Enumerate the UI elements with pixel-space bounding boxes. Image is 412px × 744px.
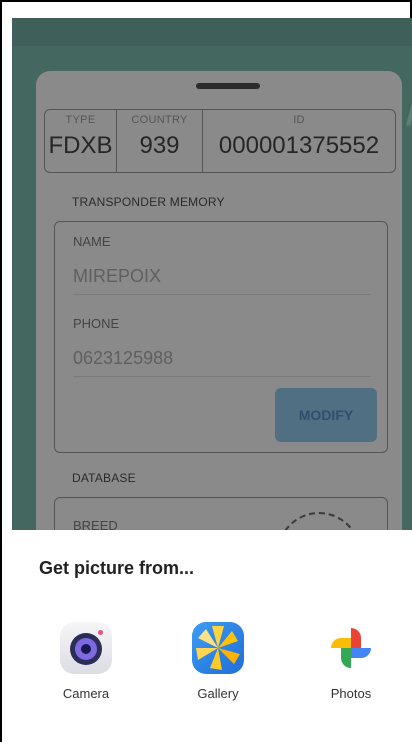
photos-pinwheel-icon [325, 622, 377, 674]
screen-frame: / TYPE FDXB COUNTRY 939 ID 000001375552 … [0, 0, 412, 744]
name-label: NAME [73, 234, 111, 249]
modify-button[interactable]: MODIFY [275, 388, 377, 442]
pet-photo-placeholder[interactable] [277, 512, 361, 530]
breed-label: BREED [73, 518, 118, 530]
country-value: 939 [139, 132, 180, 159]
phone-field[interactable]: 0623125988 [73, 348, 173, 369]
database-section-label: DATABASE [72, 471, 136, 485]
photos-option[interactable]: Photos [306, 622, 396, 701]
type-label: TYPE [65, 114, 96, 126]
country-cell: COUNTRY 939 [117, 110, 203, 172]
dimmed-background[interactable]: / TYPE FDXB COUNTRY 939 ID 000001375552 … [12, 18, 412, 530]
background-logo-fragment: / [406, 72, 412, 139]
gallery-label: Gallery [197, 686, 239, 701]
type-value: FDXB [48, 132, 113, 159]
gallery-option[interactable]: Gallery [173, 622, 263, 701]
sheet-title: Get picture from... [39, 558, 195, 578]
camera-option[interactable]: Camera [41, 622, 131, 701]
transponder-id-table: TYPE FDXB COUNTRY 939 ID 000001375552 [44, 109, 396, 173]
type-cell: TYPE FDXB [45, 110, 117, 172]
memory-section-label: TRANSPONDER MEMORY [72, 195, 225, 209]
name-underline [73, 294, 371, 295]
phone-underline [73, 376, 371, 377]
name-field[interactable]: MIREPOIX [73, 266, 161, 287]
country-label: COUNTRY [131, 114, 188, 126]
phone-label: PHONE [73, 316, 120, 331]
photos-label: Photos [330, 686, 372, 701]
id-label: ID [293, 114, 305, 126]
camera-label: Camera [62, 686, 110, 701]
drag-handle[interactable] [196, 83, 260, 89]
transponder-memory-box: NAME MIREPOIX PHONE 0623125988 MODIFY [54, 221, 388, 453]
database-box: BREED [54, 497, 388, 530]
id-value: 000001375552 [218, 132, 380, 159]
tag-details-card: TYPE FDXB COUNTRY 939 ID 000001375552 TR… [36, 71, 402, 530]
app-bar-background [12, 18, 412, 46]
picture-source-sheet: Get picture from... Camera Gallery Photo… [2, 530, 412, 744]
gallery-app-icon [192, 622, 244, 674]
camera-app-icon [60, 622, 112, 674]
id-cell: ID 000001375552 [203, 110, 395, 172]
